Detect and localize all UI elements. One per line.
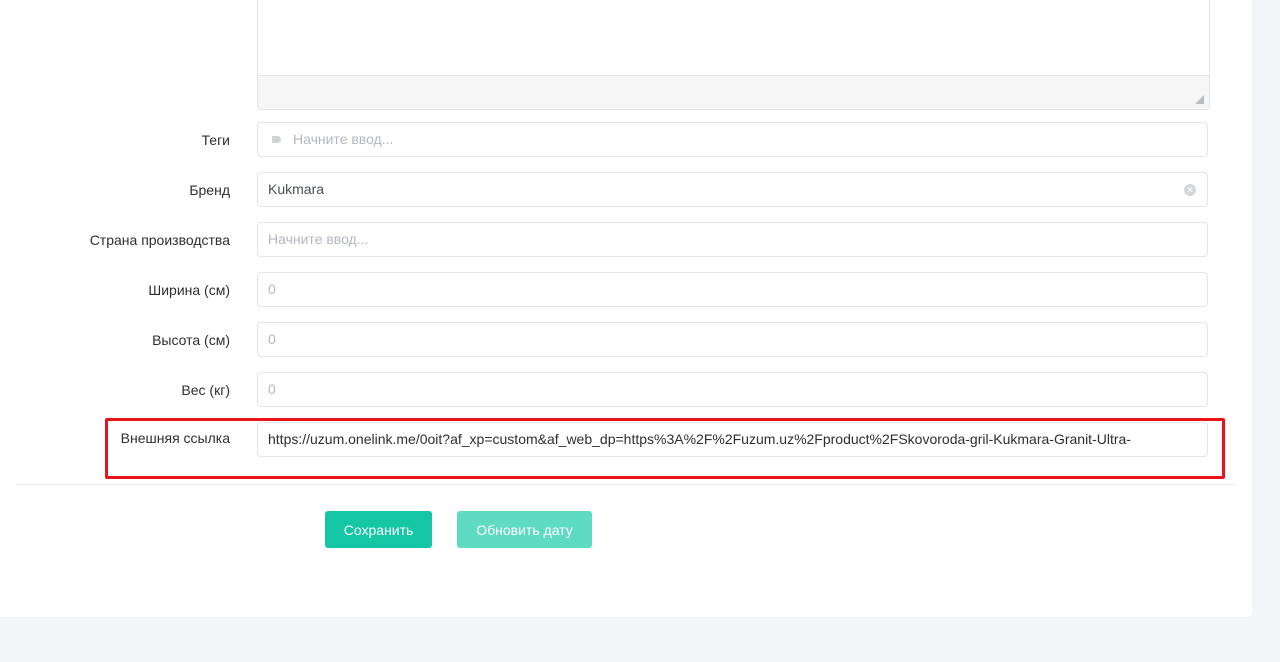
weight-label: Вес (кг) — [181, 382, 230, 398]
height-row: Высота (см) 0 — [0, 322, 1252, 358]
tags-label: Теги — [201, 132, 230, 148]
tag-icon — [272, 135, 281, 143]
tags-row: Теги Начните ввод... — [0, 122, 1252, 158]
clear-icon[interactable]: ✕ — [1184, 184, 1196, 196]
resize-handle-icon[interactable] — [1195, 95, 1204, 104]
description-textarea[interactable] — [257, 0, 1210, 110]
width-row: Ширина (см) 0 — [0, 272, 1252, 308]
height-label: Высота (см) — [152, 332, 230, 348]
brand-label: Бренд — [189, 182, 230, 198]
height-placeholder: 0 — [268, 331, 276, 347]
country-row: Страна производства Начните ввод... — [0, 222, 1252, 258]
country-input[interactable]: Начните ввод... — [257, 222, 1208, 257]
width-label: Ширина (см) — [148, 282, 230, 298]
brand-select[interactable]: Kukmara ✕ — [257, 172, 1208, 207]
weight-row: Вес (кг) 0 — [0, 372, 1252, 408]
tags-placeholder: Начните ввод... — [293, 131, 394, 147]
brand-row: Бренд Kukmara ✕ — [0, 172, 1252, 208]
highlight-box — [105, 418, 1225, 479]
update-date-button[interactable]: Обновить дату — [457, 511, 592, 548]
weight-input[interactable]: 0 — [257, 372, 1208, 407]
weight-placeholder: 0 — [268, 381, 276, 397]
country-placeholder: Начните ввод... — [268, 231, 369, 247]
textarea-footer — [258, 75, 1209, 109]
save-button[interactable]: Сохранить — [325, 511, 432, 548]
country-label: Страна производства — [89, 232, 230, 248]
width-input[interactable]: 0 — [257, 272, 1208, 307]
width-placeholder: 0 — [268, 281, 276, 297]
tags-input[interactable]: Начните ввод... — [257, 122, 1208, 157]
divider — [15, 484, 1237, 485]
brand-value: Kukmara — [268, 181, 325, 197]
form-card: Теги Начните ввод... Бренд Kukmara ✕ Стр… — [0, 0, 1252, 617]
height-input[interactable]: 0 — [257, 322, 1208, 357]
